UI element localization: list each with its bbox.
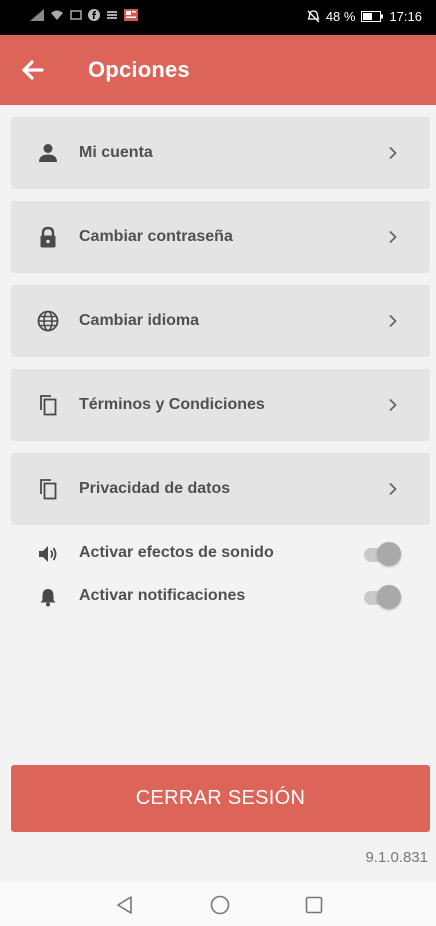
nav-home-icon[interactable] <box>209 894 231 916</box>
wifi-icon <box>51 10 63 20</box>
back-button[interactable] <box>18 55 48 85</box>
nav-recents-icon[interactable] <box>303 894 325 916</box>
signal-icon <box>30 9 44 21</box>
system-nav-bar <box>0 882 436 926</box>
toggle-thumb <box>377 542 401 566</box>
copy-icon <box>40 479 57 500</box>
app-version: 9.1.0.831 <box>365 849 428 866</box>
chevron-right-icon <box>389 230 397 244</box>
menu-item-privacidad-datos[interactable]: Privacidad de datos <box>11 453 430 525</box>
nav-back-icon[interactable] <box>114 894 136 916</box>
app-bar: Opciones <box>0 35 436 105</box>
status-icons-left <box>30 9 138 21</box>
toggle-thumb <box>377 585 401 609</box>
chevron-right-icon <box>389 146 397 160</box>
toggle-label: Activar efectos de sonido <box>79 544 274 561</box>
status-bar: 48 % 17:16 <box>0 0 436 35</box>
app-notification-icon <box>107 11 117 19</box>
notifications-toggle[interactable] <box>362 584 402 610</box>
chevron-right-icon <box>389 482 397 496</box>
menu-item-label: Mi cuenta <box>79 144 153 161</box>
logout-button[interactable]: CERRAR SESIÓN <box>11 765 430 832</box>
arrow-back-icon <box>22 60 44 80</box>
volume-icon <box>39 546 57 562</box>
bell-icon <box>40 589 56 607</box>
page-title: Opciones <box>88 57 190 82</box>
menu-item-label: Términos y Condiciones <box>79 396 265 413</box>
chevron-right-icon <box>389 314 397 328</box>
gallery-icon <box>70 10 82 20</box>
menu-item-cambiar-idioma[interactable]: Cambiar idioma <box>11 285 430 357</box>
battery-icon <box>361 11 384 22</box>
status-icons-right: 48 % 17:16 <box>307 9 422 24</box>
menu-item-label: Privacidad de datos <box>79 480 231 497</box>
menu-item-mi-cuenta[interactable]: Mi cuenta <box>11 117 430 189</box>
menu-item-label: Cambiar idioma <box>79 312 200 329</box>
facebook-icon <box>88 9 100 21</box>
mute-bell-icon <box>307 10 320 23</box>
menu-item-label: Cambiar contraseña <box>79 228 233 245</box>
menu-item-terminos-condiciones[interactable]: Términos y Condiciones <box>11 369 430 441</box>
menu-item-cambiar-contrasena[interactable]: Cambiar contraseña <box>11 201 430 273</box>
lock-icon <box>40 226 56 248</box>
toggle-row-notifications: Activar notificaciones <box>11 578 430 614</box>
person-icon <box>39 144 57 162</box>
copy-icon <box>40 395 57 416</box>
toggle-row-sound-effects: Activar efectos de sonido <box>11 535 430 571</box>
sound-effects-toggle[interactable] <box>362 541 402 567</box>
clock: 17:16 <box>389 9 422 24</box>
chevron-right-icon <box>389 398 397 412</box>
battery-percentage: 48 % <box>325 9 356 24</box>
toggle-label: Activar notificaciones <box>79 587 246 604</box>
globe-icon <box>37 310 59 332</box>
news-icon <box>124 9 138 21</box>
